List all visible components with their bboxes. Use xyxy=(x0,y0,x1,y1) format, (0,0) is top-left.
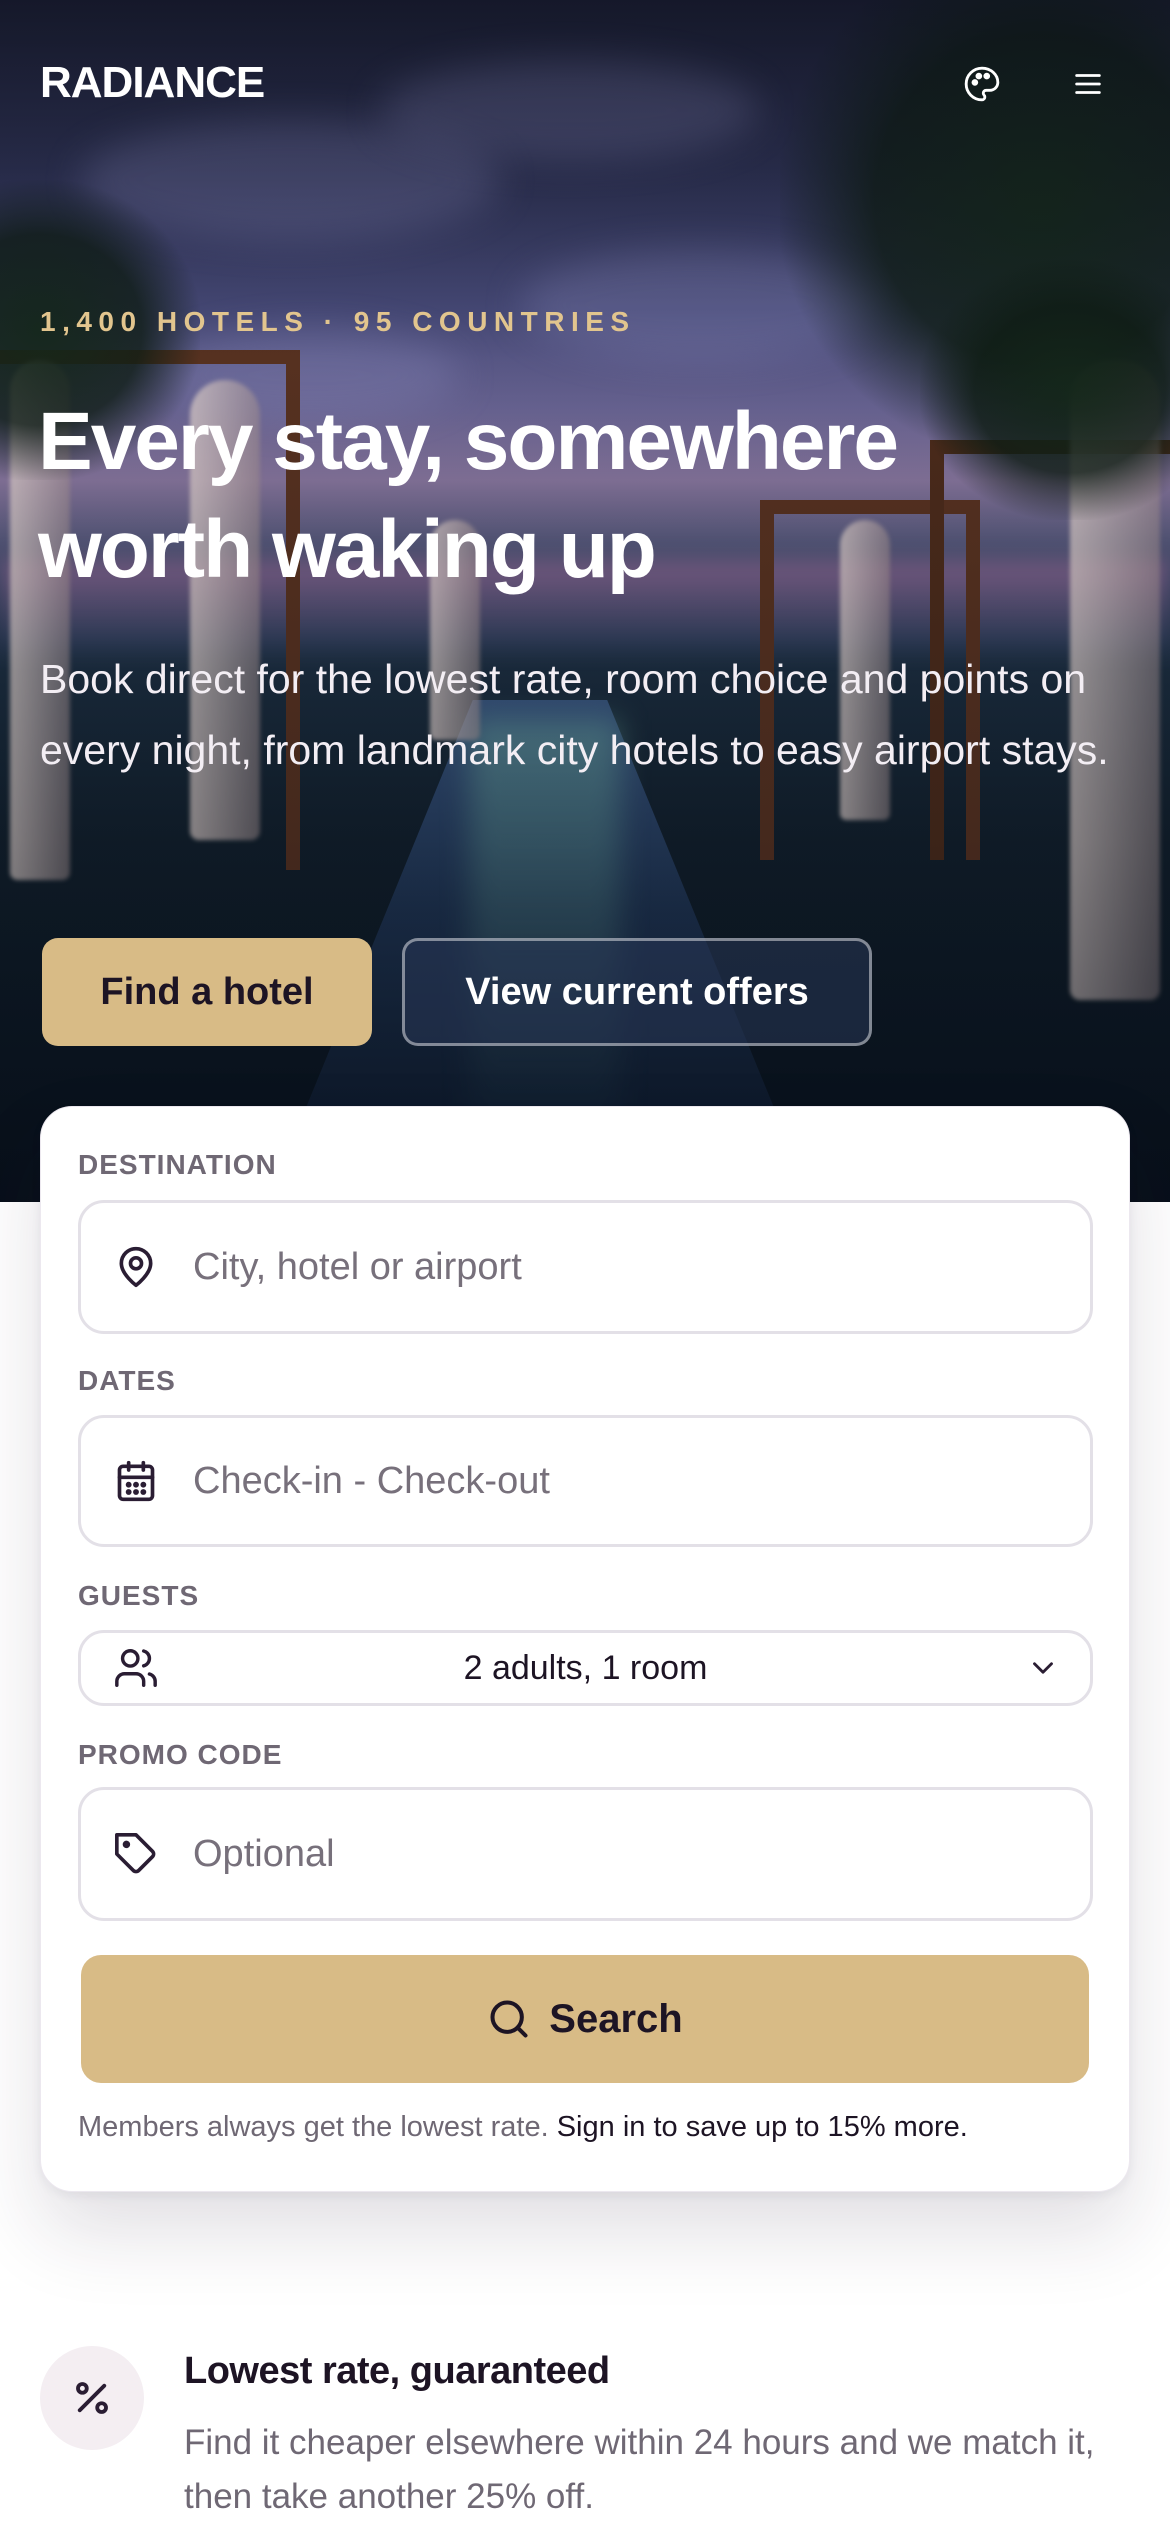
search-button[interactable]: Search xyxy=(81,1955,1089,2083)
dates-input[interactable]: Check-in - Check-out xyxy=(78,1415,1093,1547)
guests-select[interactable]: 2 adults, 1 room xyxy=(78,1630,1093,1706)
destination-label: DESTINATION xyxy=(78,1149,277,1180)
destination-placeholder: City, hotel or airport xyxy=(193,1245,522,1288)
tag-icon xyxy=(109,1827,163,1881)
search-button-label: Search xyxy=(549,1996,683,2041)
promo-code-placeholder: Optional xyxy=(193,1832,335,1875)
promo-code-label: PROMO CODE xyxy=(78,1739,283,1770)
hero-headline-line-1: Every stay, somewhere xyxy=(38,396,899,487)
guests-value: 2 adults, 1 room xyxy=(463,1648,708,1687)
search-icon xyxy=(490,2000,528,2038)
dates-placeholder: Check-in - Check-out xyxy=(193,1459,550,1502)
booking-form-card: DESTINATION City, hotel or airport DATES… xyxy=(40,1106,1130,2192)
chevron-down-icon xyxy=(1026,1651,1060,1690)
find-hotel-button[interactable]: Find a hotel xyxy=(42,938,372,1046)
percent-icon xyxy=(40,2346,144,2450)
hamburger-menu-icon[interactable] xyxy=(1066,62,1110,106)
calendar-icon xyxy=(109,1454,163,1508)
sign-in-link[interactable]: Sign in to save up to 15% more. xyxy=(557,2111,968,2143)
feature-title: Lowest rate, guaranteed xyxy=(184,2350,610,2392)
dates-label: DATES xyxy=(78,1365,176,1396)
promo-code-input[interactable]: Optional xyxy=(78,1787,1093,1921)
brand-logo[interactable]: RADIANCE xyxy=(40,58,265,108)
hero-headline-line-2: worth waking up xyxy=(38,504,657,595)
member-note-text: Members always get the lowest rate. xyxy=(78,2111,549,2143)
hero-headline: Every stay, somewhere worth waking up xyxy=(38,388,1138,604)
view-offers-button[interactable]: View current offers xyxy=(402,938,872,1046)
hero-eyebrow: 1,400 HOTELS · 95 COUNTRIES xyxy=(40,306,636,337)
member-note: Members always get the lowest rate. Sign… xyxy=(78,2111,968,2144)
palette-icon[interactable] xyxy=(960,62,1004,106)
guests-label: GUESTS xyxy=(78,1580,200,1611)
map-pin-icon xyxy=(109,1240,163,1294)
feature-description: Find it cheaper elsewhere within 24 hour… xyxy=(184,2423,1095,2516)
hero-description: Book direct for the lowest rate, room ch… xyxy=(40,656,1109,773)
destination-input[interactable]: City, hotel or airport xyxy=(78,1200,1093,1334)
